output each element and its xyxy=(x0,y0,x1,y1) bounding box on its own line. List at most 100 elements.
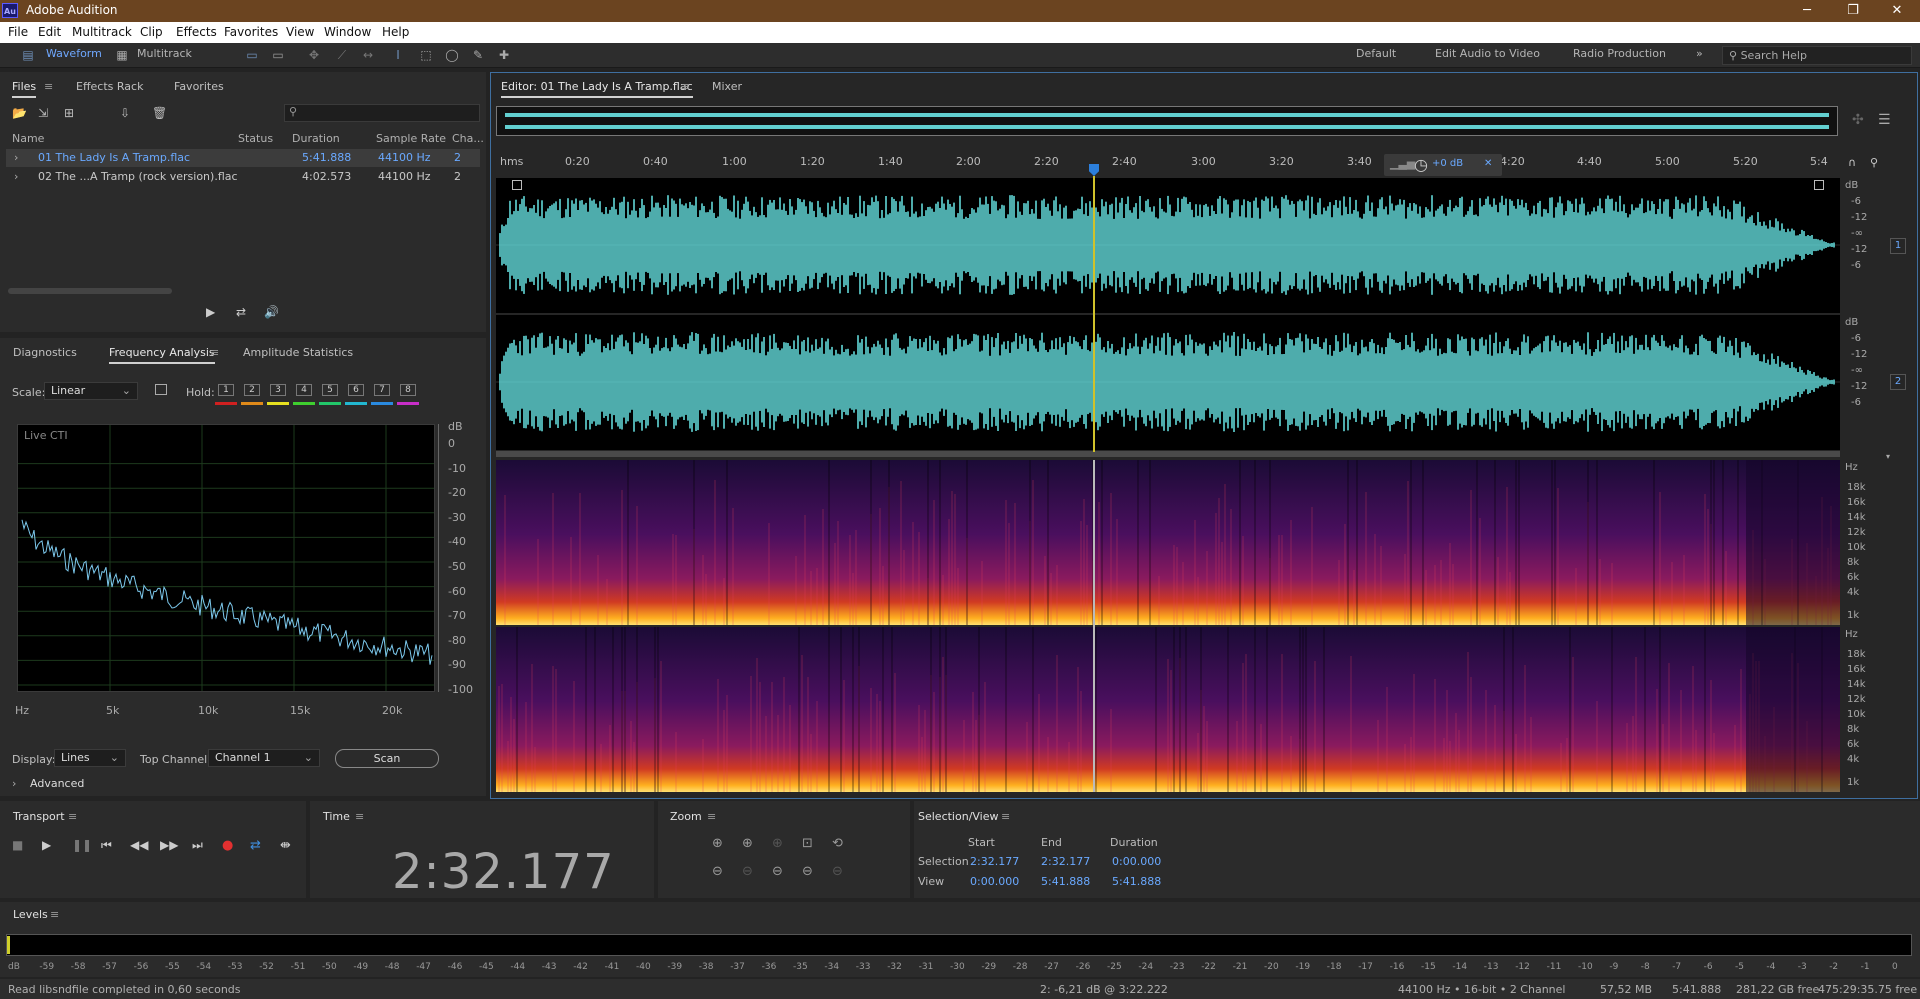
spectrogram-channel-1[interactable] xyxy=(496,460,1840,625)
autoplay-icon[interactable]: 🔊 xyxy=(264,305,279,319)
col-duration[interactable]: Duration xyxy=(292,132,340,145)
scan-button[interactable]: Scan xyxy=(335,749,439,768)
spot-healing-icon[interactable]: ✚ xyxy=(496,48,512,62)
selection-end[interactable]: 2:32.177 xyxy=(1041,855,1090,868)
hold-button-5[interactable]: 5 xyxy=(322,384,338,396)
waveform-button[interactable]: Waveform xyxy=(46,47,102,60)
top-channel-select[interactable]: Channel 1 ⌄ xyxy=(208,749,320,767)
trash-icon[interactable]: 🗑 xyxy=(152,106,167,120)
waveform-channel-1[interactable] xyxy=(496,178,1840,313)
advanced-toggle[interactable]: Advanced xyxy=(30,777,84,790)
display-select[interactable]: Lines ⌄ xyxy=(54,749,126,767)
menu-file[interactable]: File xyxy=(8,25,28,39)
panel-menu-icon[interactable]: ≡ xyxy=(681,80,690,93)
pause-icon[interactable]: ❚❚ xyxy=(72,838,92,852)
tab-diagnostics[interactable]: Diagnostics xyxy=(13,346,77,359)
rewind-icon[interactable]: ◀◀ xyxy=(130,838,148,852)
file-row[interactable]: › 01 The Lady Is A Tramp.flac 5:41.888 4… xyxy=(6,149,480,167)
col-status[interactable]: Status xyxy=(238,132,273,145)
volume-knob-icon[interactable]: ◷ xyxy=(1414,155,1428,174)
zoom-nav-icon[interactable]: ✣ xyxy=(1852,112,1864,128)
overview-bar[interactable] xyxy=(496,106,1838,136)
zoom-out-full-icon[interactable]: ⊖ xyxy=(802,864,813,879)
file-row[interactable]: › 02 The ...A Tramp (rock version).flac … xyxy=(6,168,480,186)
menu-effects[interactable]: Effects xyxy=(176,25,217,39)
zoom-to-selection-icon[interactable]: ⊡ xyxy=(802,836,813,851)
skip-start-icon[interactable]: ⏮ xyxy=(101,838,112,853)
search-help-input[interactable]: ⚲ Search Help xyxy=(1722,46,1912,65)
open-file-icon[interactable]: 📂 xyxy=(12,106,27,120)
gain-value[interactable]: +0 dB xyxy=(1432,158,1463,169)
loop-icon[interactable]: ⇄ xyxy=(250,838,261,853)
razor-tool-icon[interactable]: ⟋ xyxy=(334,48,350,62)
zoom-in-amplitude-icon[interactable]: ⊕ xyxy=(712,836,723,851)
hold-button-2[interactable]: 2 xyxy=(244,384,260,396)
more-workspaces-icon[interactable]: » xyxy=(1696,47,1703,60)
move-tool-icon[interactable]: ✥ xyxy=(306,48,322,62)
lasso-tool-icon[interactable]: ◯ xyxy=(444,48,460,62)
overview-settings-icon[interactable]: ☰ xyxy=(1878,112,1891,128)
menu-view[interactable]: View xyxy=(286,25,314,39)
panel-menu-icon[interactable]: ≡ xyxy=(68,810,77,823)
col-channels[interactable]: Cha... xyxy=(452,132,484,145)
expand-advanced-icon[interactable]: › xyxy=(12,777,16,790)
scale-select[interactable]: Linear ⌄ xyxy=(44,382,138,400)
panel-menu-icon[interactable]: ≡ xyxy=(44,80,53,93)
skip-end-icon[interactable]: ⏭ xyxy=(192,838,203,853)
slip-tool-icon[interactable]: ↔ xyxy=(360,48,376,62)
selection-start[interactable]: 2:32.177 xyxy=(970,855,1019,868)
view-end[interactable]: 5:41.888 xyxy=(1041,875,1090,888)
zoom-out-amplitude-icon[interactable]: ⊖ xyxy=(712,864,723,879)
fast-forward-icon[interactable]: ▶▶ xyxy=(160,838,178,852)
close-icon[interactable]: ✕ xyxy=(1874,0,1920,22)
hold-button-7[interactable]: 7 xyxy=(374,384,390,396)
marquee-tool-icon[interactable]: ⬚ xyxy=(418,48,434,62)
pin-hud-icon[interactable]: ✕ xyxy=(1484,158,1492,169)
play-preview-icon[interactable]: ▶ xyxy=(206,305,215,319)
multitrack-button[interactable]: Multitrack xyxy=(137,47,192,60)
col-sample-rate[interactable]: Sample Rate xyxy=(376,132,446,145)
new-file-icon[interactable]: ⊞ xyxy=(64,106,74,120)
expand-icon[interactable]: › xyxy=(14,151,18,164)
expand-icon[interactable]: › xyxy=(14,170,18,183)
panel-menu-icon[interactable]: ≡ xyxy=(355,810,364,823)
panel-menu-icon[interactable]: ≡ xyxy=(50,908,59,921)
snap-icon[interactable]: ∩ xyxy=(1848,156,1856,169)
selection-duration[interactable]: 0:00.000 xyxy=(1112,855,1161,868)
view-start[interactable]: 0:00.000 xyxy=(970,875,1019,888)
tab-mixer[interactable]: Mixer xyxy=(712,80,742,93)
panel-menu-icon[interactable]: ≡ xyxy=(707,810,716,823)
channel-2-toggle[interactable]: 2 xyxy=(1890,374,1906,390)
skip-selection-icon[interactable]: ⇼ xyxy=(280,838,291,853)
waveform-channel-2[interactable] xyxy=(496,315,1840,450)
menu-help[interactable]: Help xyxy=(382,25,409,39)
time-selection-tool-icon[interactable]: I xyxy=(390,48,406,62)
zoom-out-time-icon[interactable]: ⊖ xyxy=(742,864,753,879)
menu-edit[interactable]: Edit xyxy=(38,25,61,39)
tab-editor[interactable]: Editor: 01 The Lady Is A Tramp.flac xyxy=(501,80,693,98)
workspace-default[interactable]: Default xyxy=(1356,47,1396,60)
fade-out-handle-icon[interactable] xyxy=(1814,180,1824,190)
restore-icon[interactable]: ❐ xyxy=(1830,0,1876,22)
workspace-radio-production[interactable]: Radio Production xyxy=(1573,47,1666,60)
brush-tool-icon[interactable]: ✎ xyxy=(470,48,486,62)
tab-files[interactable]: Files xyxy=(12,80,37,98)
time-ruler[interactable] xyxy=(496,150,1840,176)
hold-button-1[interactable]: 1 xyxy=(218,384,234,396)
panel-menu-icon[interactable]: ≡ xyxy=(210,346,219,359)
view-divider[interactable] xyxy=(496,451,1840,457)
tab-favorites[interactable]: Favorites xyxy=(174,80,224,93)
zoom-reset-icon[interactable]: ⟲ xyxy=(832,836,843,851)
panel-menu-icon[interactable]: ≡ xyxy=(1001,810,1010,823)
tab-amplitude-statistics[interactable]: Amplitude Statistics xyxy=(243,346,353,359)
menu-favorites[interactable]: Favorites xyxy=(224,25,278,39)
workspace-edit-audio-to-video[interactable]: Edit Audio to Video xyxy=(1435,47,1540,60)
zoom-in-left-icon[interactable]: ⊖ xyxy=(772,864,783,879)
insert-multitrack-icon[interactable]: ⇩ xyxy=(120,106,130,120)
fade-in-handle-icon[interactable] xyxy=(512,180,522,190)
spectral-view-icon[interactable]: ▭ xyxy=(270,48,286,62)
waveform-view-icon[interactable]: ▭ xyxy=(244,48,260,62)
channel-1-toggle[interactable]: 1 xyxy=(1890,238,1906,254)
record-icon[interactable]: ● xyxy=(222,838,233,853)
col-name[interactable]: Name xyxy=(12,132,44,145)
